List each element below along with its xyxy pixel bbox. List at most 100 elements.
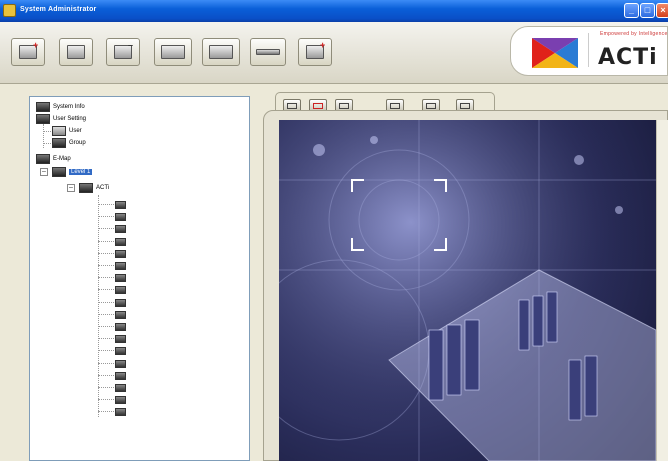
logo-divider [588, 33, 589, 67]
tree-item-camera[interactable] [115, 309, 129, 321]
edit-camera-icon [67, 45, 85, 59]
e-map-canvas[interactable] [279, 120, 656, 461]
tree-connector [98, 374, 114, 376]
tree-item-camera[interactable] [115, 297, 129, 309]
minimize-button[interactable]: _ [624, 3, 639, 18]
tree-item-level-1[interactable]: Level 1 [52, 166, 93, 178]
camera-icon [115, 286, 126, 295]
tree-connector [98, 338, 114, 340]
expand-toggle[interactable]: – [67, 184, 75, 192]
camera-icon [115, 384, 126, 392]
add-map-button[interactable]: + [298, 38, 332, 66]
connect-icon [256, 49, 280, 55]
tree-item-system-info[interactable]: System Info [36, 101, 85, 113]
tree-item-camera[interactable] [115, 248, 129, 260]
map-add-icon [313, 103, 323, 109]
tree-connector [98, 387, 114, 388]
tree-connector [98, 399, 114, 401]
camera-group-button[interactable] [202, 38, 240, 66]
map-scrollbar[interactable] [656, 120, 668, 461]
camera-icon [115, 310, 126, 319]
camera-icon [115, 359, 126, 368]
remove-camera-button[interactable]: – [106, 38, 140, 66]
tree-connector [98, 301, 114, 303]
app-icon [3, 4, 16, 17]
camera-icon [115, 274, 126, 283]
tree-item-e-map[interactable]: E-Map [36, 153, 71, 165]
camera-icon [115, 347, 126, 356]
tree-item-camera[interactable] [115, 260, 129, 272]
map-zoom-out-icon [426, 103, 436, 109]
tree-item-label: System Info [53, 104, 85, 110]
map-edit-icon [339, 103, 349, 109]
tree-item-label: ACTi [96, 185, 110, 191]
expand-toggle[interactable]: – [40, 168, 48, 176]
tree-item-user[interactable]: User [52, 125, 82, 137]
map-fit-icon [460, 103, 470, 109]
acti-logo-icon [532, 38, 578, 68]
camera-group-icon [209, 45, 233, 59]
tree-item-camera[interactable] [115, 382, 129, 394]
nvr-icon [79, 183, 93, 193]
device-tree[interactable]: System Info User Setting User Group E-Ma… [29, 96, 250, 461]
camera-icon [115, 262, 126, 270]
tree-connector [98, 204, 114, 205]
tree-item-camera[interactable] [115, 236, 129, 248]
tree-connector [98, 326, 114, 327]
tree-item-label: Group [69, 140, 86, 146]
tree-item-label: User [69, 128, 82, 134]
system-info-icon [36, 102, 50, 112]
remove-camera-icon: – [114, 41, 133, 59]
tree-item-label: E-Map [53, 156, 71, 162]
tree-item-camera[interactable] [115, 321, 129, 333]
camera-icon [115, 323, 126, 331]
camera-icon [115, 335, 126, 344]
tree-connector [98, 289, 114, 291]
tree-item-camera[interactable] [115, 370, 129, 382]
connect-button[interactable] [250, 38, 286, 66]
brand-name: ACTi [598, 45, 658, 70]
tree-connector [43, 143, 51, 144]
tree-item-camera[interactable] [115, 333, 129, 345]
maximize-button[interactable]: □ [640, 3, 655, 18]
tree-connector [98, 362, 114, 364]
tree-item-acti[interactable]: ACTi [79, 182, 109, 194]
camera-icon [115, 249, 126, 258]
camera-icon [115, 408, 126, 417]
tree-connector [98, 411, 114, 413]
user-icon [52, 126, 66, 136]
add-camera-icon: + [19, 41, 38, 59]
tree-item-label: User Setting [53, 116, 87, 122]
tree-connector [98, 350, 114, 352]
tree-item-camera[interactable] [115, 358, 129, 370]
tree-connector [98, 277, 114, 279]
brand-tagline: Empowered by Intelligence [600, 31, 668, 37]
tree-item-camera[interactable] [115, 223, 129, 235]
tree-item-camera[interactable] [115, 406, 129, 418]
tree-connector [98, 240, 114, 242]
tree-item-camera[interactable] [115, 345, 129, 357]
tree-connector [98, 313, 114, 315]
user-setting-icon [36, 114, 50, 124]
add-camera-button[interactable]: + [11, 38, 45, 66]
close-button[interactable]: × [656, 3, 668, 18]
tree-item-group[interactable]: Group [52, 137, 86, 149]
camera-list-button[interactable] [154, 38, 192, 66]
tree-item-camera[interactable] [115, 394, 129, 406]
window-title: System Administrator [20, 6, 97, 13]
tree-item-camera[interactable] [115, 284, 129, 296]
tree-connector [98, 228, 114, 230]
group-icon [52, 138, 66, 148]
tree-connector [43, 131, 51, 132]
tree-item-camera[interactable] [115, 199, 129, 211]
camera-icon [115, 213, 126, 222]
map-level-icon [52, 167, 66, 177]
camera-icon [115, 201, 126, 209]
map-zoom-in-icon [390, 103, 400, 109]
edit-camera-button[interactable] [59, 38, 93, 66]
tree-item-camera[interactable] [115, 211, 129, 223]
camera-icon [115, 237, 126, 246]
tree-item-label: Level 1 [69, 169, 93, 175]
tree-item-camera[interactable] [115, 272, 129, 284]
tree-connector [98, 216, 114, 218]
